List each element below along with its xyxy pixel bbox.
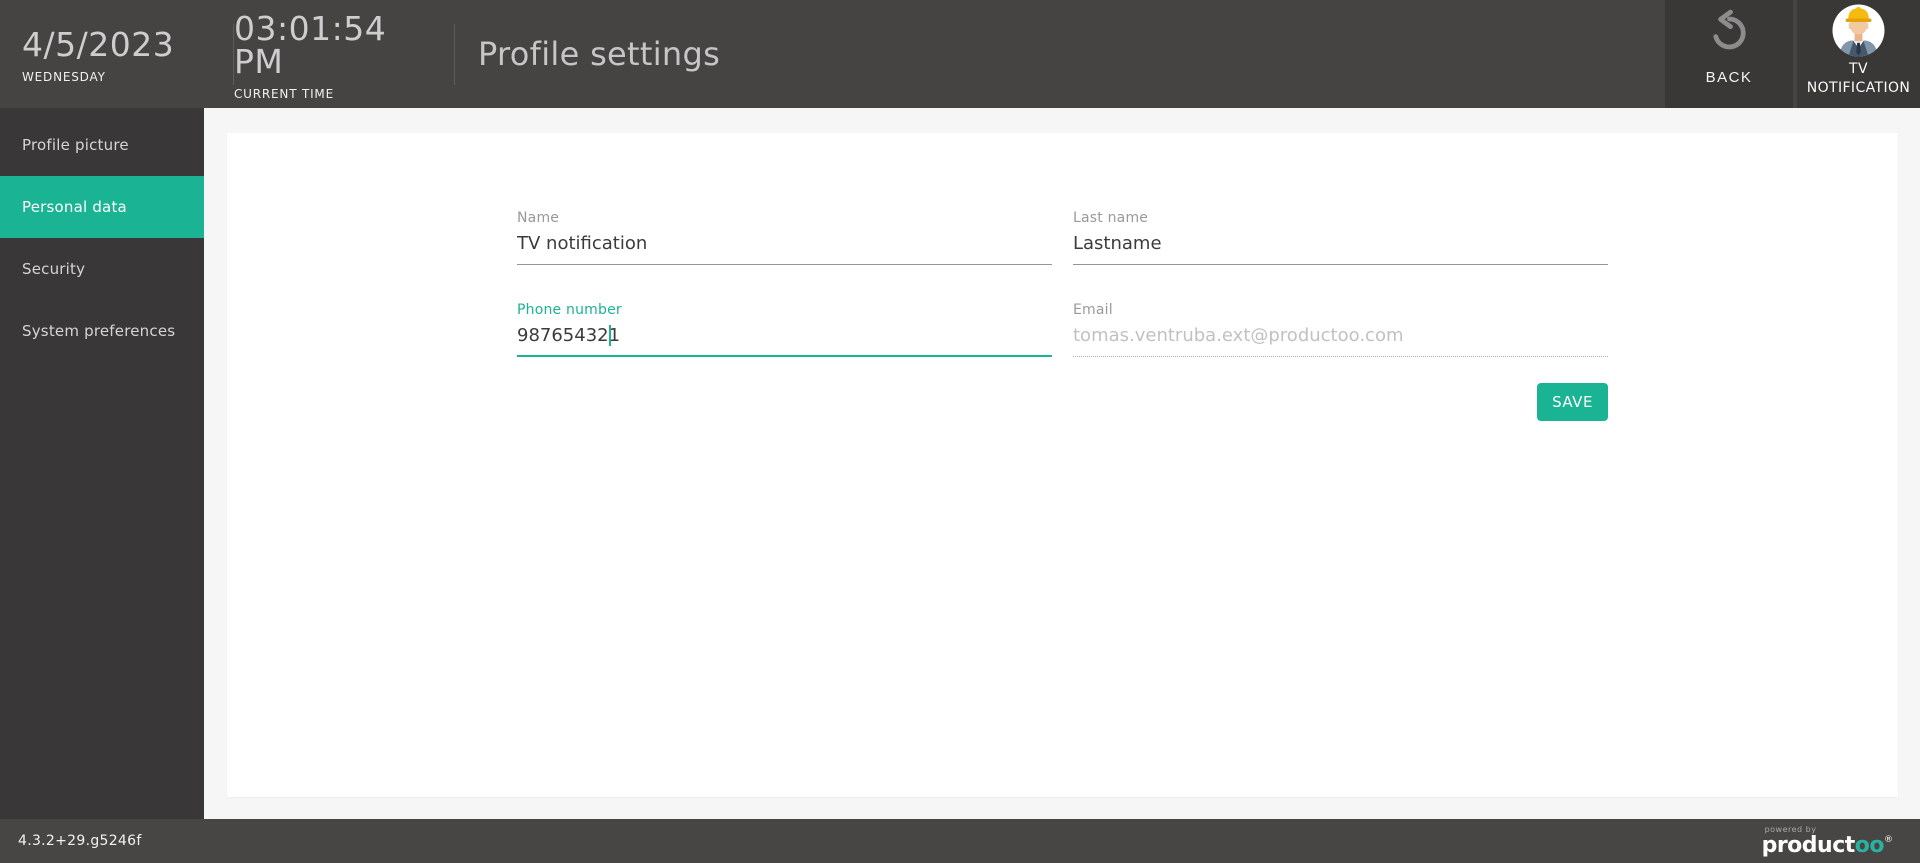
name-input[interactable]	[517, 233, 1052, 265]
top-bar: 4/5/2023 WEDNESDAY 03:01:54 PM CURRENT T…	[0, 0, 1920, 108]
email-input	[1073, 325, 1608, 357]
phone-field: Phone number	[517, 302, 1052, 357]
date-block: 4/5/2023 WEDNESDAY	[22, 0, 208, 108]
personal-data-card: Name Last name	[227, 133, 1898, 797]
undo-icon	[1706, 9, 1752, 58]
registered-mark: ®	[1884, 834, 1893, 845]
productoo-logo: powered by productoo®	[1761, 825, 1893, 858]
personal-data-form: Name Last name	[517, 133, 1608, 421]
back-button-label: BACK	[1705, 69, 1753, 86]
name-label: Name	[517, 210, 560, 226]
back-button[interactable]: BACK	[1665, 0, 1793, 108]
settings-sidebar: Profile picture Personal data Security S…	[0, 108, 204, 819]
brand-suffix: oo	[1854, 832, 1885, 858]
phone-label: Phone number	[517, 302, 622, 318]
current-date: 4/5/2023	[22, 25, 175, 64]
email-label: Email	[1073, 302, 1113, 318]
header-divider	[454, 23, 455, 85]
sidebar-item-security[interactable]: Security	[0, 238, 204, 300]
app-root: 4/5/2023 WEDNESDAY 03:01:54 PM CURRENT T…	[0, 0, 1920, 863]
app-version: 4.3.2+29.g5246f	[18, 833, 142, 849]
current-time-caption: CURRENT TIME	[234, 86, 334, 101]
last-name-input[interactable]	[1073, 233, 1608, 265]
current-weekday: WEDNESDAY	[22, 70, 106, 84]
phone-input[interactable]	[517, 325, 1052, 357]
user-name-line2: NOTIFICATION	[1806, 80, 1911, 96]
brand-wordmark: productoo®	[1761, 832, 1893, 858]
sidebar-item-system-preferences[interactable]: System preferences	[0, 300, 204, 362]
current-time: 03:01:54 PM	[234, 8, 387, 81]
name-field: Name	[517, 210, 1052, 265]
bottom-bar: 4.3.2+29.g5246f powered by productoo®	[0, 819, 1920, 863]
time-block: 03:01:54 PM CURRENT TIME	[234, 0, 429, 108]
sidebar-item-profile-picture[interactable]: Profile picture	[0, 114, 204, 176]
page-title: Profile settings	[478, 35, 721, 73]
worker-avatar	[1832, 4, 1885, 57]
save-button[interactable]: SAVE	[1537, 383, 1608, 421]
header-spacer	[720, 0, 1665, 108]
text-caret	[608, 325, 611, 346]
last-name-field: Last name	[1073, 210, 1608, 265]
sidebar-item-personal-data[interactable]: Personal data	[0, 176, 204, 238]
user-name-line1: TV	[1849, 61, 1868, 77]
last-name-label: Last name	[1073, 210, 1149, 226]
email-field: Email	[1073, 302, 1608, 357]
content-row: Profile picture Personal data Security S…	[0, 108, 1920, 819]
brand-text: product	[1761, 832, 1856, 858]
main-area: Name Last name	[204, 108, 1920, 819]
user-menu[interactable]: TV NOTIFICATION	[1797, 0, 1920, 108]
